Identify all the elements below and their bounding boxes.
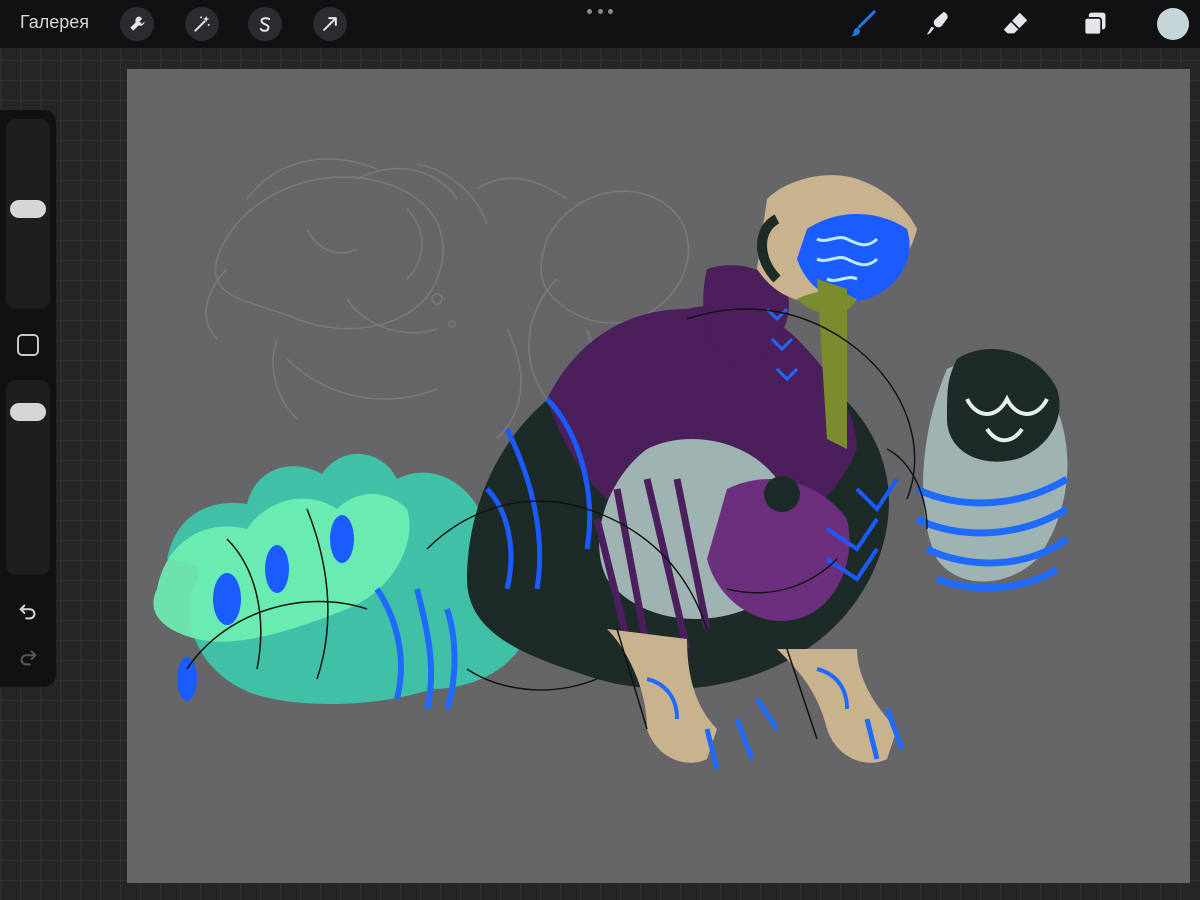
wing-shape <box>915 349 1070 592</box>
selection-s-icon[interactable] <box>248 7 282 41</box>
left-sidebar <box>0 110 56 687</box>
gallery-button[interactable]: Галерея <box>20 12 89 33</box>
artwork <box>153 158 1070 770</box>
opacity-slider[interactable] <box>6 380 50 575</box>
smudge-icon[interactable] <box>922 8 954 40</box>
brush-size-thumb[interactable] <box>10 200 46 219</box>
layers-icon[interactable] <box>1079 8 1111 40</box>
opacity-thumb[interactable] <box>10 402 46 421</box>
redo-icon[interactable] <box>14 644 42 672</box>
top-toolbar: Галерея <box>0 0 1200 48</box>
drawing-canvas[interactable] <box>127 69 1190 883</box>
arrow-cursor-icon[interactable] <box>313 7 347 41</box>
brush-size-slider[interactable] <box>6 119 50 309</box>
magic-wand-icon[interactable] <box>185 7 219 41</box>
undo-icon[interactable] <box>14 598 42 626</box>
eraser-icon[interactable] <box>1000 8 1032 40</box>
color-swatch[interactable] <box>1157 8 1189 40</box>
square-outline-icon[interactable] <box>17 334 39 356</box>
wrench-icon[interactable] <box>120 7 154 41</box>
brush-icon[interactable] <box>847 8 879 40</box>
more-dots-icon[interactable] <box>587 6 613 16</box>
